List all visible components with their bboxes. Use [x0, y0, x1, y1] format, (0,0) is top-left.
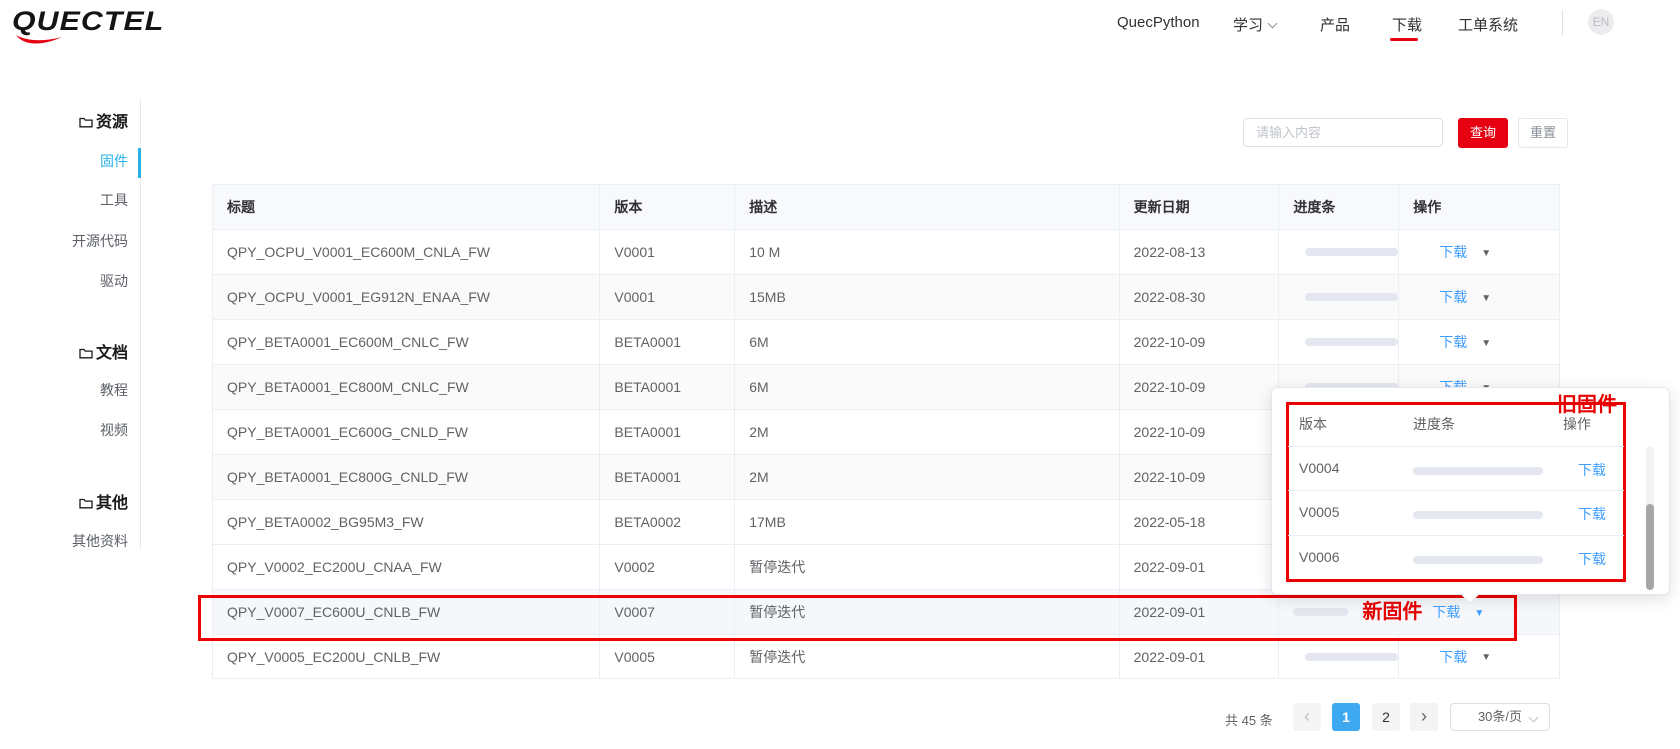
sidebar-group-documents[interactable]: 文档 [0, 339, 128, 363]
pagination-total: 共 45 条 [1225, 713, 1273, 728]
table-row: QPY_BETA0001_EC600M_CNLC_FW BETA0001 6M … [213, 319, 1559, 364]
progress-bar [1293, 608, 1349, 616]
sidebar-group-others[interactable]: 其他 [0, 489, 128, 513]
nav-quecpython[interactable]: QuecPython [1117, 14, 1200, 31]
language-toggle[interactable]: EN [1588, 9, 1614, 35]
popup-col-version: 版本 [1299, 416, 1327, 432]
caret-down-icon[interactable] [1481, 635, 1491, 678]
download-link[interactable]: 下载 [1578, 549, 1606, 569]
sidebar-item-drivers[interactable]: 驱动 [0, 271, 128, 291]
folder-icon [79, 348, 93, 359]
sidebar-active-marker [138, 148, 141, 178]
caret-down-icon[interactable] [1481, 320, 1491, 364]
reset-button[interactable]: 重置 [1518, 118, 1568, 148]
popup-col-progress: 进度条 [1413, 416, 1455, 432]
nav-download[interactable]: 下载 [1392, 14, 1422, 35]
sidebar-item-other-materials[interactable]: 其他资料 [0, 531, 128, 551]
popup-version: V0006 [1299, 549, 1340, 565]
nav-products[interactable]: 产品 [1320, 14, 1350, 35]
popup-version: V0005 [1299, 504, 1340, 520]
table-row: QPY_OCPU_V0001_EG912N_ENAA_FW V0001 15MB… [213, 274, 1559, 319]
old-firmware-annotation: 旧固件 [1557, 394, 1617, 416]
popup-version: V0004 [1299, 460, 1340, 476]
download-link[interactable]: 下载 [1439, 320, 1467, 364]
quectel-download-page: QUECTEL QuecPython 学习 产品 下载 工单系统 EN 资源 固… [0, 0, 1680, 749]
sidebar-item-firmware[interactable]: 固件 [0, 151, 128, 171]
sidebar-item-videos[interactable]: 视频 [0, 420, 128, 440]
query-button[interactable]: 查询 [1458, 118, 1508, 148]
popup-scrollbar-thumb[interactable] [1646, 504, 1654, 590]
sidebar-group-resources[interactable]: 资源 [0, 108, 128, 132]
caret-down-icon[interactable] [1481, 275, 1491, 319]
page-size-value: 30条/页 [1477, 709, 1523, 724]
table-row: QPY_V0005_EC200U_CNLB_FW V0005 暂停迭代 2022… [213, 634, 1559, 679]
pagination-page-2[interactable]: 2 [1372, 703, 1400, 731]
popup-col-action: 操作 [1563, 416, 1591, 432]
nav-divider [1562, 10, 1563, 36]
sidebar-item-tutorials[interactable]: 教程 [0, 380, 128, 400]
folder-icon [79, 117, 93, 128]
progress-bar [1413, 467, 1543, 475]
progress-bar [1305, 293, 1399, 301]
table-row-new-firmware: QPY_V0007_EC600U_CNLB_FW V0007 暂停迭代 2022… [213, 589, 1559, 634]
progress-bar [1305, 338, 1399, 346]
download-dropdown-trigger[interactable]: 下载 [1432, 590, 1460, 634]
progress-bar [1305, 652, 1399, 661]
chevron-down-icon [1267, 18, 1278, 29]
popup-divider [1288, 446, 1624, 447]
pagination-next-button[interactable]: › [1410, 703, 1438, 731]
active-nav-underline [1390, 38, 1418, 41]
popup-divider [1288, 535, 1624, 536]
page-size-select[interactable]: 30条/页 [1450, 703, 1550, 731]
pagination-prev-button[interactable]: ‹ [1293, 703, 1321, 731]
search-input[interactable] [1243, 118, 1443, 147]
download-link[interactable]: 下载 [1578, 460, 1606, 480]
progress-bar [1305, 248, 1399, 256]
download-link[interactable]: 下载 [1439, 275, 1467, 319]
sidebar-item-tools[interactable]: 工具 [0, 190, 128, 210]
folder-icon [79, 498, 93, 509]
table-header: 标题 版本 描述 更新日期 进度条 操作 [213, 185, 1559, 229]
new-firmware-annotation: 新固件 [1362, 600, 1423, 623]
sidebar-item-opensource[interactable]: 开源代码 [0, 231, 128, 251]
pagination-page-1[interactable]: 1 [1332, 703, 1360, 731]
chevron-down-icon [1528, 712, 1539, 723]
quectel-logo[interactable]: QUECTEL [12, 6, 212, 46]
download-link[interactable]: 下载 [1439, 635, 1467, 678]
download-link[interactable]: 下载 [1439, 230, 1467, 274]
progress-bar [1413, 511, 1543, 519]
logo-swoosh-icon [16, 35, 62, 44]
download-link[interactable]: 下载 [1578, 504, 1606, 524]
progress-bar [1413, 556, 1543, 564]
table-row: QPY_OCPU_V0001_EC600M_CNLA_FW V0001 10 M… [213, 229, 1559, 274]
nav-ticket-system[interactable]: 工单系统 [1458, 14, 1518, 35]
popup-divider [1288, 490, 1624, 491]
nav-learn[interactable]: 学习 [1233, 14, 1278, 35]
caret-down-icon[interactable] [1481, 230, 1491, 274]
old-versions-popup: 旧固件 版本 进度条 操作 V0004 下载 V0005 下载 V0006 下载 [1271, 387, 1670, 604]
